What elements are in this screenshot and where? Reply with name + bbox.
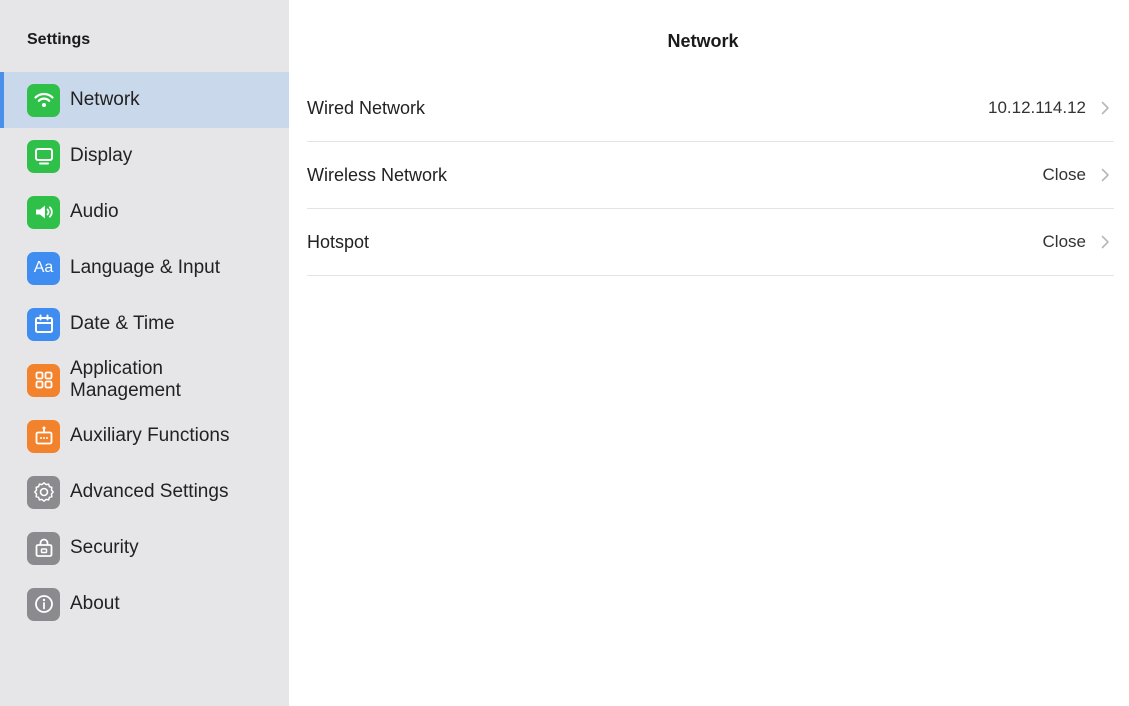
lock-icon: [27, 531, 60, 565]
row-value: Close: [1042, 232, 1086, 251]
sidebar-item-security[interactable]: Security: [0, 520, 289, 576]
row-value: Close: [1042, 165, 1086, 184]
sidebar: Settings Network Display Audio Aa Langua…: [0, 0, 289, 706]
wireless-network-row[interactable]: Wireless Network Close: [307, 142, 1114, 209]
speaker-icon: [27, 195, 60, 229]
sidebar-item-label: Security: [70, 537, 139, 558]
chevron-right-icon: [1096, 99, 1114, 117]
hotspot-row[interactable]: Hotspot Close: [307, 209, 1114, 276]
sidebar-item-display[interactable]: Display: [0, 128, 289, 184]
row-label: Wired Network: [307, 97, 426, 118]
sidebar-nav: Network Display Audio Aa Language & Inpu…: [0, 72, 289, 632]
sidebar-title: Settings: [27, 31, 91, 48]
calendar-icon: [27, 307, 60, 341]
row-right: Close: [1043, 165, 1114, 185]
sidebar-item-date-time[interactable]: Date & Time: [0, 296, 289, 352]
chevron-right-icon: [1096, 233, 1114, 251]
sidebar-item-label: Auxiliary Functions: [70, 425, 230, 446]
row-label: Wireless Network: [307, 164, 448, 185]
settings-window: Settings Network Display Audio Aa Langua…: [0, 0, 1129, 706]
main-panel: Network Wired Network 10.12.114.12 Wirel…: [289, 0, 1129, 706]
sidebar-item-label: Language & Input: [70, 257, 221, 278]
row-label: Hotspot: [307, 231, 370, 252]
sidebar-item-label: Display: [70, 145, 133, 166]
sidebar-item-network[interactable]: Network: [0, 72, 289, 128]
sidebar-item-label: Application Management: [70, 358, 181, 401]
sidebar-item-label: Advanced Settings: [70, 481, 229, 502]
row-value: 10.12.114.12: [988, 98, 1086, 117]
wifi-icon: [27, 83, 60, 117]
page-title: Network: [667, 31, 739, 51]
sidebar-item-label: Date & Time: [70, 313, 175, 334]
monitor-icon: [27, 139, 60, 173]
sidebar-item-advanced-settings[interactable]: Advanced Settings: [0, 464, 289, 520]
sidebar-item-label: About: [70, 593, 120, 614]
chevron-right-icon: [1096, 166, 1114, 184]
language-icon: Aa: [27, 251, 60, 285]
language-glyph: Aa: [33, 259, 54, 276]
sidebar-item-application-management[interactable]: Application Management: [0, 352, 289, 408]
sidebar-item-label: Network: [70, 89, 140, 110]
row-right: 10.12.114.12: [988, 98, 1114, 118]
row-right: Close: [1043, 232, 1114, 252]
sidebar-item-auxiliary-functions[interactable]: Auxiliary Functions: [0, 408, 289, 464]
network-settings-list: Wired Network 10.12.114.12 Wireless Netw…: [307, 75, 1114, 276]
info-icon: [27, 587, 60, 621]
wired-network-row[interactable]: Wired Network 10.12.114.12: [307, 75, 1114, 142]
apps-grid-icon: [27, 363, 60, 397]
sidebar-item-about[interactable]: About: [0, 576, 289, 632]
gear-icon: [27, 475, 60, 509]
sidebar-item-label: Audio: [70, 201, 119, 222]
sidebar-item-language-input[interactable]: Aa Language & Input: [0, 240, 289, 296]
sidebar-item-audio[interactable]: Audio: [0, 184, 289, 240]
robot-icon: [27, 419, 60, 453]
